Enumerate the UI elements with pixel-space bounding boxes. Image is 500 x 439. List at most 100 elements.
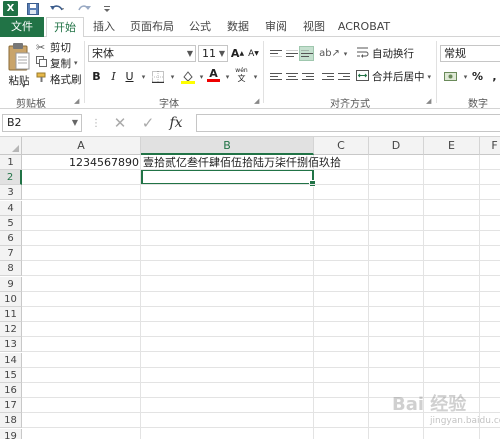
decrease-indent-icon[interactable]	[320, 69, 335, 84]
paste-icon[interactable]	[6, 40, 32, 74]
shrink-font-icon[interactable]: A ▼	[246, 46, 261, 61]
tab-data[interactable]: 数据	[220, 17, 256, 37]
underline-button[interactable]: U	[122, 69, 137, 84]
name-box[interactable]: B2 ▼	[2, 114, 82, 132]
percent-style-button[interactable]: %	[470, 69, 485, 84]
row-header-9[interactable]: 9	[0, 276, 22, 292]
column-header-d[interactable]: D	[369, 137, 424, 155]
formula-bar-splitter-icon[interactable]: ⋮	[91, 118, 101, 129]
clipboard-launcher-icon[interactable]: ◢	[74, 97, 79, 105]
column-header-b[interactable]: B	[141, 137, 314, 155]
wrap-text-button[interactable]: 自动换行	[356, 46, 414, 61]
tab-home[interactable]: 开始	[46, 17, 84, 38]
increase-indent-icon[interactable]	[336, 69, 351, 84]
row-header-8[interactable]: 8	[0, 261, 22, 277]
paste-button-label[interactable]: 粘贴	[6, 74, 32, 87]
paste-dropdown-icon[interactable]: ▾	[22, 82, 26, 90]
row-header-12[interactable]: 12	[0, 322, 22, 338]
align-bottom-icon[interactable]	[299, 46, 314, 61]
enter-icon[interactable]: ✓	[138, 114, 158, 132]
borders-icon[interactable]	[150, 69, 165, 84]
tab-page-layout[interactable]: 页面布局	[124, 17, 180, 37]
phonetic-guide-char: 文	[237, 73, 246, 83]
comma-style-button[interactable]: ,	[487, 69, 500, 84]
column-header-c[interactable]: C	[314, 137, 369, 155]
italic-button[interactable]: I	[106, 69, 121, 84]
save-icon[interactable]	[26, 1, 40, 16]
phonetic-dropdown-icon[interactable]: ▾	[248, 69, 263, 84]
bold-button[interactable]: B	[89, 69, 104, 84]
font-name-select[interactable]: 宋体 ▼	[88, 45, 196, 62]
copy-button[interactable]: 复制 ▾	[36, 56, 78, 70]
row-header-10[interactable]: 10	[0, 291, 22, 307]
row-header-17[interactable]: 17	[0, 398, 22, 414]
redo-icon[interactable]	[76, 1, 94, 16]
font-color-dropdown-icon[interactable]: ▾	[220, 69, 235, 84]
row-header-2[interactable]: 2	[0, 170, 22, 186]
column-header-f[interactable]: F	[480, 137, 500, 155]
row-header-18[interactable]: 18	[0, 413, 22, 429]
formula-input[interactable]	[196, 114, 500, 132]
row-header-15[interactable]: 15	[0, 367, 22, 383]
scissors-icon: ✂	[36, 40, 46, 54]
font-size-select[interactable]: 11 ▼	[198, 45, 228, 62]
tab-formulas[interactable]: 公式	[182, 17, 218, 37]
row-header-13[interactable]: 13	[0, 337, 22, 353]
row-header-4[interactable]: 4	[0, 200, 22, 216]
row-header-11[interactable]: 11	[0, 307, 22, 322]
gridline	[22, 351, 500, 353]
insert-function-icon[interactable]: fx	[166, 114, 186, 132]
row-header-14[interactable]: 14	[0, 352, 22, 368]
undo-icon[interactable]	[48, 1, 66, 16]
row-header-19[interactable]: 19	[0, 428, 22, 439]
gridline	[22, 214, 500, 216]
cell-a1[interactable]: 1234567890	[24, 155, 139, 170]
ribbon-home: 粘贴 ▾ ✂ 剪切 复制 ▾ 格式刷 剪贴板 ◢ 宋体 ▼ 11 ▼ A ▲ A ▼…	[0, 37, 500, 110]
alignment-launcher-icon[interactable]: ◢	[426, 97, 431, 105]
merge-center-icon	[356, 69, 372, 84]
gridline	[22, 290, 500, 292]
underline-dropdown-icon[interactable]: ▾	[136, 69, 151, 84]
grow-font-arrow-icon: ▲	[239, 50, 245, 57]
align-center-icon[interactable]	[284, 69, 299, 84]
tab-view[interactable]: 视图	[296, 17, 332, 37]
row-header-5[interactable]: 5	[0, 215, 22, 231]
fill-color-icon[interactable]	[180, 69, 195, 84]
row-header-16[interactable]: 16	[0, 383, 22, 398]
font-color-icon[interactable]: A	[206, 67, 221, 82]
orientation-dropdown-icon[interactable]: ▾	[338, 46, 353, 61]
tab-file[interactable]: 文件	[0, 17, 44, 37]
row-header-1[interactable]: 1	[0, 155, 22, 170]
grow-font-icon[interactable]: A ▲	[230, 46, 245, 61]
format-painter-button[interactable]: 格式刷	[36, 72, 82, 86]
select-all-button[interactable]	[0, 137, 22, 155]
row-header-6[interactable]: 6	[0, 231, 22, 246]
row-header-7[interactable]: 7	[0, 246, 22, 262]
number-format-select[interactable]: 常规	[440, 45, 500, 62]
align-top-icon[interactable]	[268, 46, 283, 61]
row-header-3[interactable]: 3	[0, 185, 22, 201]
excel-logo-icon[interactable]: X	[3, 1, 18, 16]
cancel-icon[interactable]: ✕	[110, 114, 130, 132]
cell-b1[interactable]: 壹拾贰亿叁仟肆佰伍拾陆万柒仟捌佰玖拾	[143, 155, 341, 170]
borders-dropdown-icon[interactable]: ▾	[165, 69, 180, 84]
align-right-icon[interactable]	[300, 69, 315, 84]
align-left-icon[interactable]	[268, 69, 283, 84]
tab-insert[interactable]: 插入	[86, 17, 122, 37]
customize-quick-access-icon[interactable]	[102, 1, 112, 16]
chevron-down-icon: ▼	[186, 49, 193, 58]
phonetic-guide-icon[interactable]: wén 文	[234, 67, 249, 83]
orientation-icon[interactable]: ab↗	[319, 46, 340, 61]
gridline	[22, 321, 500, 322]
align-middle-icon[interactable]	[284, 46, 299, 61]
active-cell-b2[interactable]	[141, 169, 316, 187]
tab-acrobat[interactable]: ACROBAT	[334, 17, 394, 37]
shrink-font-arrow-icon: ▼	[254, 50, 259, 57]
column-header-e[interactable]: E	[424, 137, 480, 155]
merge-center-button[interactable]: 合并后居中 ▾	[356, 69, 431, 84]
tab-review[interactable]: 审阅	[258, 17, 294, 37]
chevron-down-icon: ▼	[218, 49, 225, 58]
column-header-a[interactable]: A	[22, 137, 141, 155]
font-launcher-icon[interactable]: ◢	[254, 97, 259, 105]
cut-button[interactable]: ✂ 剪切	[36, 40, 71, 54]
